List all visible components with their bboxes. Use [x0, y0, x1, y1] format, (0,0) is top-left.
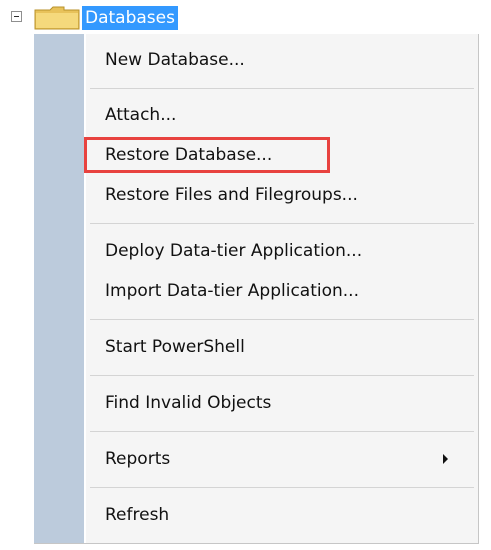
menu-item-label: Start PowerShell: [105, 337, 245, 357]
menu-separator: [90, 487, 474, 488]
collapse-toggle-icon[interactable]: [11, 11, 22, 22]
menu-item-label: Restore Database...: [105, 145, 273, 165]
menu-item-refresh[interactable]: Refresh: [86, 497, 478, 533]
menu-item-attach[interactable]: Attach...: [86, 97, 478, 133]
menu-item-label: Deploy Data-tier Application...: [105, 241, 363, 261]
menu-item-label: Find Invalid Objects: [105, 393, 272, 413]
menu-item-label: New Database...: [105, 50, 245, 70]
menu-item-restore-database[interactable]: Restore Database...: [86, 137, 478, 173]
menu-separator: [90, 88, 474, 89]
menu-separator: [90, 223, 474, 224]
menu-icon-gutter: [34, 34, 84, 543]
submenu-arrow-icon: [443, 454, 448, 464]
menu-item-deploy-data-tier-application[interactable]: Deploy Data-tier Application...: [86, 233, 478, 269]
menu-item-reports[interactable]: Reports: [86, 441, 478, 477]
context-menu: New Database... Attach... Restore Databa…: [34, 34, 479, 544]
menu-item-label: Restore Files and Filegroups...: [105, 185, 358, 205]
menu-separator: [90, 375, 474, 376]
folder-icon: [34, 6, 80, 30]
menu-item-label: Attach...: [105, 105, 177, 125]
menu-item-restore-files-and-filegroups[interactable]: Restore Files and Filegroups...: [86, 177, 478, 213]
menu-separator: [90, 431, 474, 432]
tree-node-databases[interactable]: Databases: [0, 0, 491, 34]
menu-item-label: Import Data-tier Application...: [105, 281, 359, 301]
menu-item-import-data-tier-application[interactable]: Import Data-tier Application...: [86, 273, 478, 309]
tree-node-label[interactable]: Databases: [82, 6, 178, 30]
menu-separator: [90, 319, 474, 320]
menu-item-new-database[interactable]: New Database...: [86, 42, 478, 78]
menu-item-start-powershell[interactable]: Start PowerShell: [86, 329, 478, 365]
menu-item-label: Refresh: [105, 505, 170, 525]
menu-item-label: Reports: [105, 449, 171, 469]
menu-item-find-invalid-objects[interactable]: Find Invalid Objects: [86, 385, 478, 421]
